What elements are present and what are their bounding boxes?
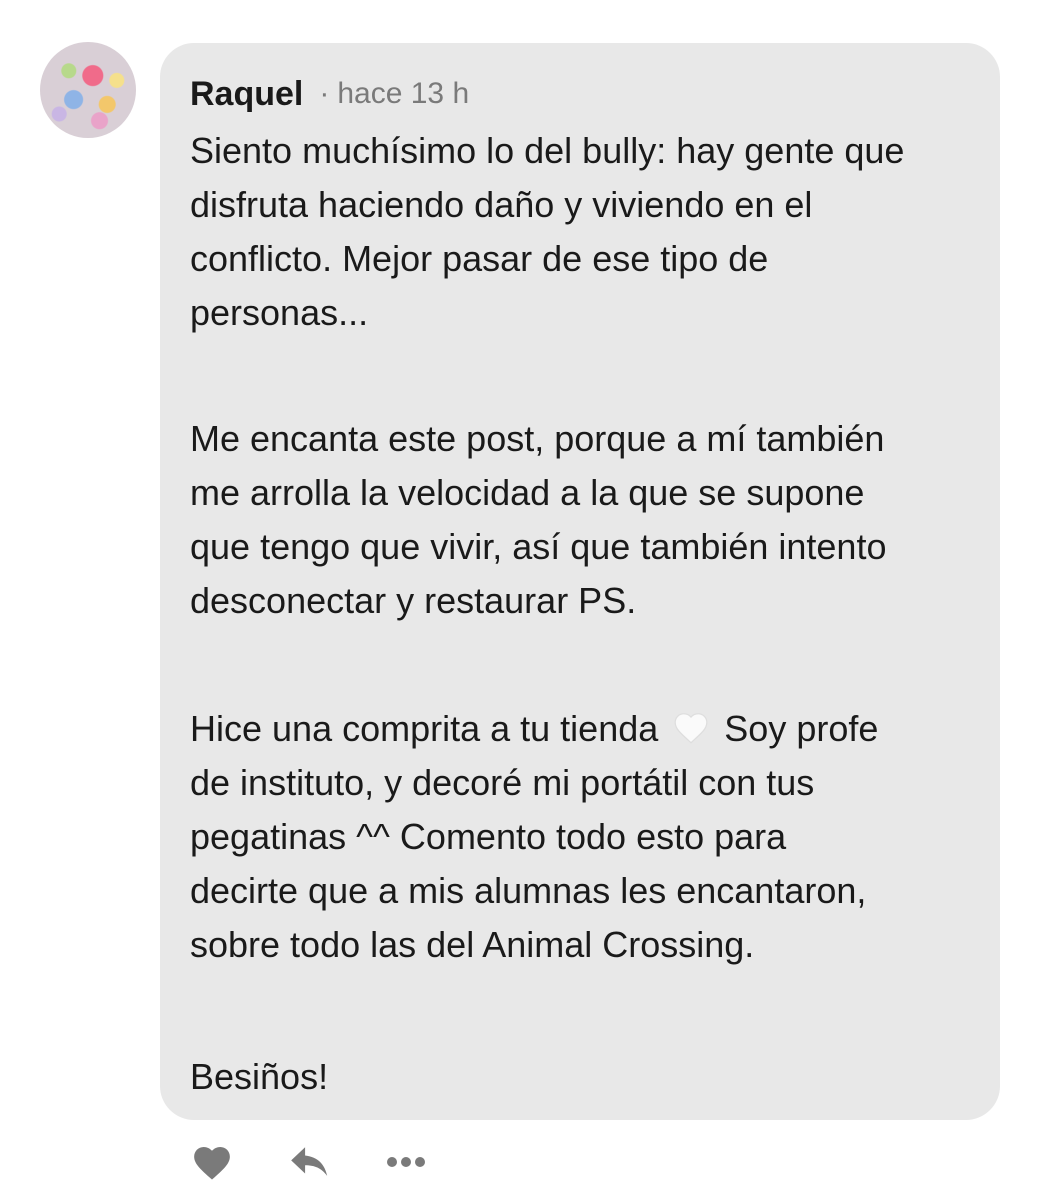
- paragraph-3-start: Hice una comprita a tu tienda: [190, 708, 659, 749]
- more-dots-icon: [387, 1157, 425, 1167]
- comment-actions: [190, 1140, 428, 1184]
- comment-paragraph-1: Siento muchísimo lo del bully: hay gente…: [190, 130, 905, 333]
- like-button[interactable]: [190, 1140, 234, 1184]
- avatar[interactable]: [40, 42, 136, 138]
- comment-paragraph-2: Me encanta este post, porque a mí tambié…: [190, 418, 887, 621]
- reply-button[interactable]: [288, 1140, 332, 1184]
- author-name[interactable]: Raquel: [190, 75, 303, 114]
- heart-icon: [194, 1146, 230, 1180]
- white-heart-emoji-icon: [672, 708, 710, 746]
- comment-header: Raquel · hace 13 h: [190, 74, 469, 114]
- reply-arrow-icon: [291, 1147, 328, 1176]
- separator-dot: ·: [319, 77, 330, 110]
- comment-paragraph-4: Besiños!: [190, 1056, 329, 1097]
- more-options-button[interactable]: [384, 1140, 428, 1184]
- timestamp[interactable]: hace 13 h: [337, 77, 469, 111]
- comment-paragraph-3: Hice una comprita a tu tienda Soy profe …: [190, 702, 980, 972]
